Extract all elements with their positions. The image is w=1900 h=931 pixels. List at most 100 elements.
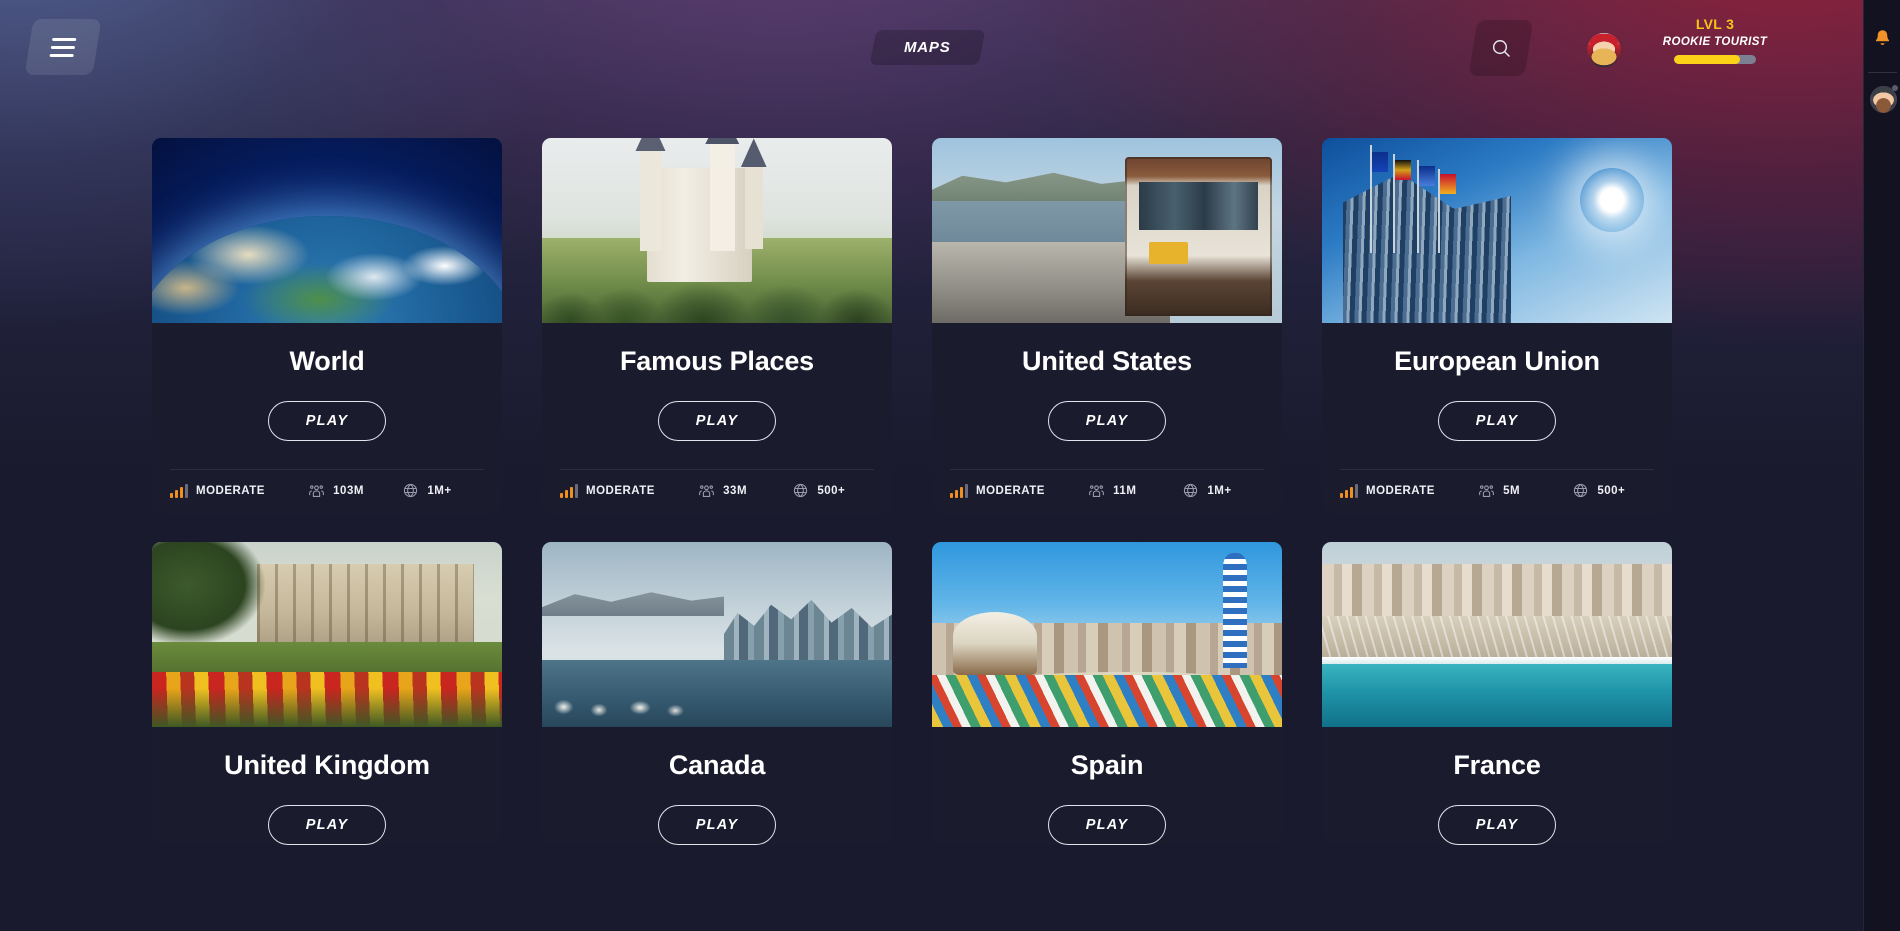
globe-clock-icon [1572, 482, 1589, 499]
hamburger-icon-line [51, 45, 75, 49]
level-label: LVL 3 [1695, 16, 1735, 32]
card-stats-row: MODERATE 33M 500+ [542, 470, 892, 514]
map-card-body: Canada PLAY [542, 727, 892, 845]
search-icon [1492, 39, 1510, 57]
thumbnail-artwork [932, 542, 1282, 727]
plays-label: 1M+ [1207, 484, 1232, 497]
map-card-title: France [1453, 750, 1541, 780]
signal-bar [1350, 486, 1353, 498]
people-group-icon [1088, 482, 1105, 499]
signal-bars-icon [1340, 483, 1358, 498]
thumbnail-artwork [1322, 138, 1672, 323]
map-card[interactable]: France PLAY [1322, 542, 1672, 845]
map-card-thumbnail[interactable] [932, 542, 1282, 727]
hamburger-icon-line [49, 53, 74, 57]
thumbnail-artwork [932, 138, 1282, 323]
play-button[interactable]: PLAY [658, 401, 776, 441]
stat-population: 11M [1088, 482, 1182, 499]
signal-bar [565, 489, 568, 498]
map-card-body: United Kingdom PLAY [152, 727, 502, 845]
play-button[interactable]: PLAY [658, 805, 776, 845]
map-card-title: Canada [668, 750, 766, 780]
signal-bar [560, 492, 563, 498]
map-card[interactable]: European Union PLAY MODERATE 5M 500+ [1322, 138, 1672, 514]
xp-progress-fill [1674, 55, 1740, 64]
signal-bar [965, 483, 968, 498]
xp-progress-bar [1674, 55, 1756, 64]
map-card-body: United States PLAY [932, 323, 1282, 441]
stat-plays: 1M+ [1182, 482, 1264, 499]
signal-bar [185, 483, 188, 498]
play-button[interactable]: PLAY [1048, 401, 1166, 441]
population-label: 11M [1113, 484, 1137, 497]
map-card[interactable]: Spain PLAY [932, 542, 1282, 845]
map-card-thumbnail[interactable] [932, 138, 1282, 323]
right-sidebar [1863, 0, 1900, 931]
globe-clock-icon [1182, 482, 1199, 499]
stat-difficulty: MODERATE [950, 483, 1088, 498]
population-label: 5M [1503, 484, 1521, 497]
stat-population: 5M [1478, 482, 1572, 499]
map-card[interactable]: United States PLAY MODERATE 11M 1M+ [932, 138, 1282, 514]
map-card-thumbnail[interactable] [152, 542, 502, 727]
stat-difficulty: MODERATE [560, 483, 698, 498]
map-card[interactable]: United Kingdom PLAY [152, 542, 502, 845]
play-button[interactable]: PLAY [268, 401, 386, 441]
map-card[interactable]: Famous Places PLAY MODERATE 33M 500+ [542, 138, 892, 514]
map-card-title: European Union [1394, 346, 1600, 376]
app-root: MAPS LVL 3 ROOKIE TOURIST World PLAY MOD… [0, 0, 1900, 931]
tab-maps[interactable]: MAPS [869, 30, 985, 65]
card-stats-row: MODERATE 11M 1M+ [932, 470, 1282, 514]
hamburger-menu-button[interactable] [24, 19, 102, 75]
signal-bar [1345, 489, 1348, 498]
map-card-title: Spain [1070, 750, 1144, 780]
map-card[interactable]: World PLAY MODERATE 103M 1M+ [152, 138, 502, 514]
map-card-title: World [289, 346, 365, 376]
stat-population: 103M [308, 482, 402, 499]
sidebar-divider [1868, 72, 1897, 73]
avatar[interactable] [1587, 33, 1621, 67]
play-button[interactable]: PLAY [1438, 401, 1556, 441]
map-card-thumbnail[interactable] [1322, 542, 1672, 727]
stat-plays: 500+ [792, 482, 874, 499]
thumbnail-artwork [1322, 542, 1672, 727]
people-group-icon [1478, 482, 1495, 499]
globe-clock-icon [792, 482, 809, 499]
difficulty-label: MODERATE [976, 484, 1045, 497]
signal-bar [175, 489, 178, 498]
map-card-thumbnail[interactable] [1322, 138, 1672, 323]
map-card-body: Spain PLAY [932, 727, 1282, 845]
signal-bar [575, 483, 578, 498]
population-label: 103M [333, 484, 364, 497]
signal-bar [570, 486, 573, 498]
map-card-thumbnail[interactable] [152, 138, 502, 323]
thumbnail-artwork [542, 542, 892, 727]
play-button[interactable]: PLAY [1048, 805, 1166, 845]
card-stats-row: MODERATE 5M 500+ [1322, 470, 1672, 514]
map-card-title: United States [1022, 346, 1192, 376]
map-card-body: Famous Places PLAY [542, 323, 892, 441]
play-button[interactable]: PLAY [1438, 805, 1556, 845]
map-card-thumbnail[interactable] [542, 138, 892, 323]
stat-plays: 500+ [1572, 482, 1654, 499]
map-card-thumbnail[interactable] [542, 542, 892, 727]
map-card-body: France PLAY [1322, 727, 1672, 845]
thumbnail-artwork [542, 138, 892, 323]
play-button[interactable]: PLAY [268, 805, 386, 845]
player-level-block[interactable]: LVL 3 ROOKIE TOURIST [1660, 16, 1770, 64]
signal-bar [1340, 492, 1343, 498]
map-card-body: European Union PLAY [1322, 323, 1672, 441]
signal-bar [960, 486, 963, 498]
signal-bar [1355, 483, 1358, 498]
thumbnail-artwork [152, 542, 502, 727]
signal-bars-icon [950, 483, 968, 498]
signal-bar [950, 492, 953, 498]
people-group-icon [308, 482, 325, 499]
map-card[interactable]: Canada PLAY [542, 542, 892, 845]
notifications-button[interactable] [1864, 16, 1900, 60]
globe-clock-icon [402, 482, 419, 499]
map-card-title: United Kingdom [224, 750, 430, 780]
search-button[interactable] [1468, 20, 1534, 76]
difficulty-label: MODERATE [1366, 484, 1435, 497]
difficulty-label: MODERATE [586, 484, 655, 497]
